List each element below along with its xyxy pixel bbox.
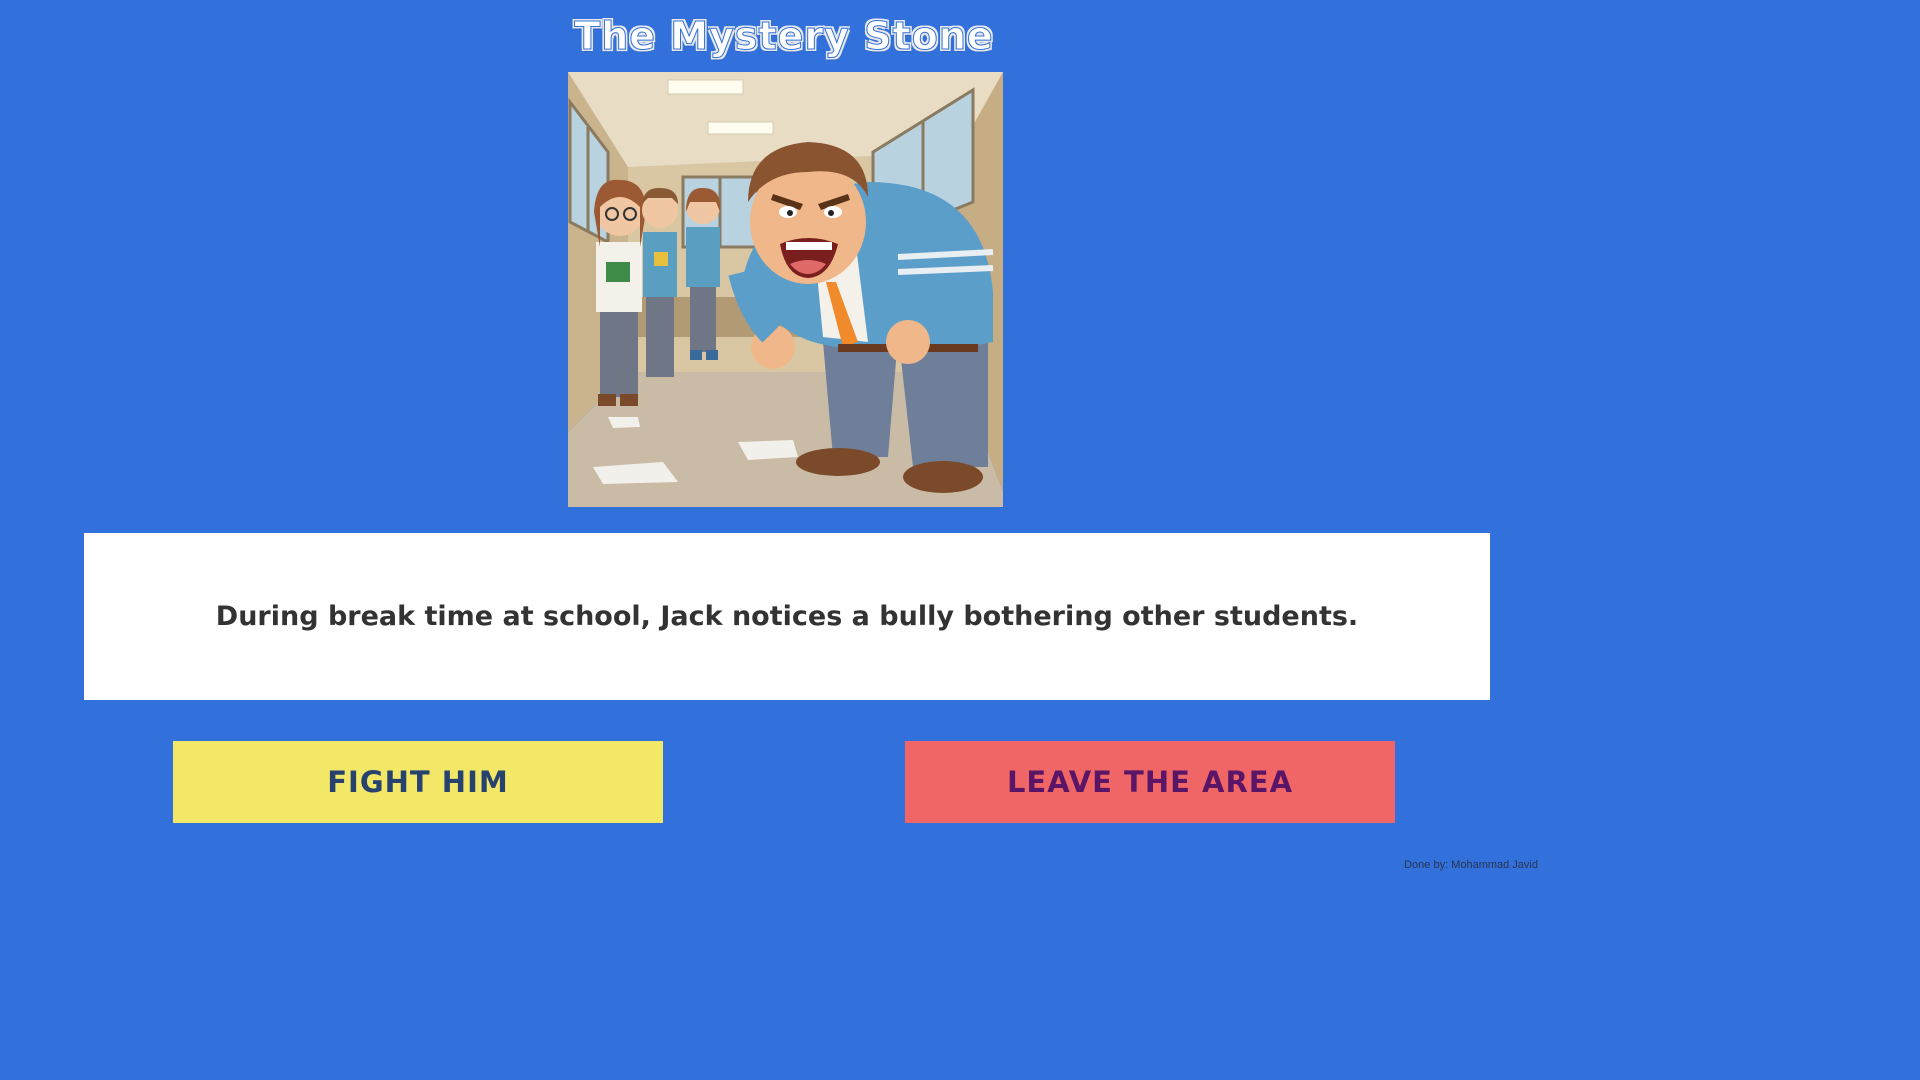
scene-illustration <box>568 72 1003 507</box>
credit-text: Done by: Mohammad Javid <box>1404 859 1538 871</box>
story-textbox: During break time at school, Jack notice… <box>84 533 1490 700</box>
game-screen: The Mystery Stone During break time at s… <box>0 0 1568 882</box>
story-text: During break time at school, Jack notice… <box>215 601 1359 632</box>
game-title: The Mystery Stone <box>574 14 994 59</box>
fight-him-button[interactable]: Fight him <box>173 741 663 823</box>
leave-the-area-button[interactable]: Leave the area <box>905 741 1395 823</box>
